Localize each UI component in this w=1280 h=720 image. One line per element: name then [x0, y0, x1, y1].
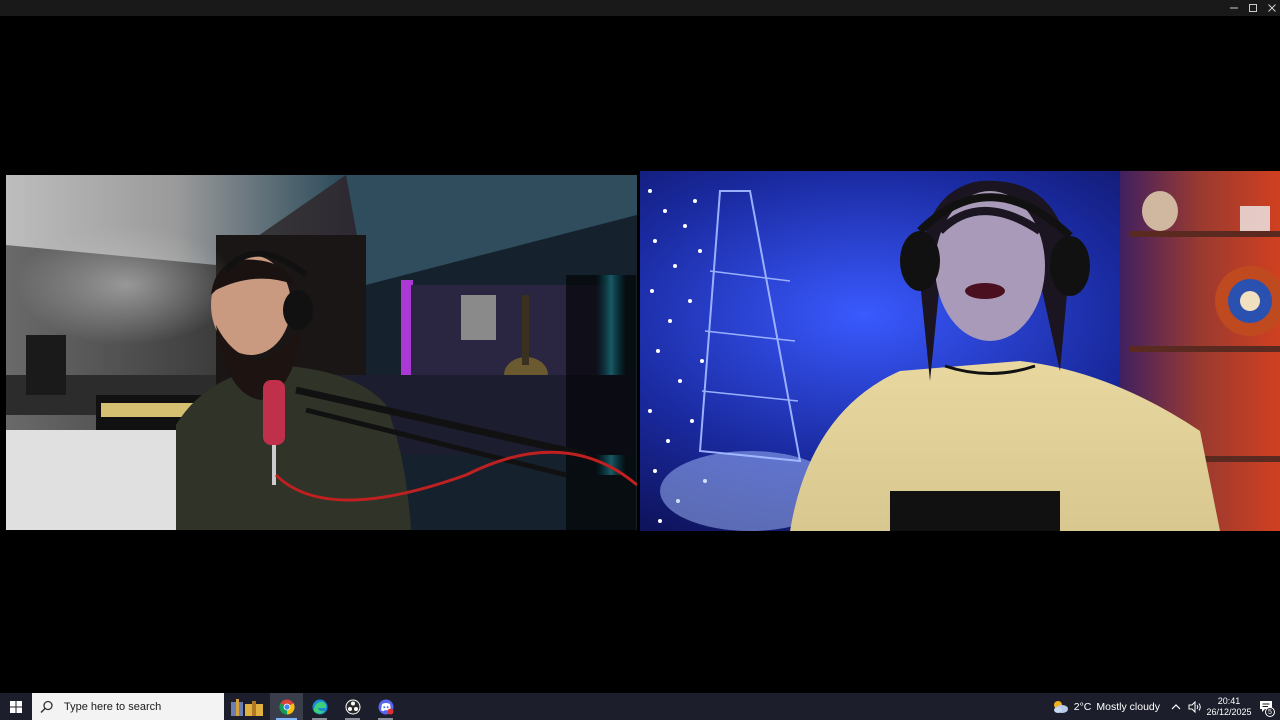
- taskbar-edge[interactable]: [303, 693, 336, 720]
- system-tray: 2°C Mostly cloudy 20:41 26/12/2025 5: [1047, 693, 1280, 720]
- speaker-icon: [1188, 700, 1201, 713]
- taskbar: Type here to search 2°C Mostly cloudy 20…: [0, 693, 1280, 720]
- video-tile-right[interactable]: [640, 171, 1280, 531]
- search-placeholder: Type here to search: [64, 700, 162, 713]
- volume-button[interactable]: [1184, 693, 1206, 720]
- taskbar-obs[interactable]: [336, 693, 369, 720]
- taskbar-chrome[interactable]: [270, 693, 303, 720]
- taskbar-discord[interactable]: [369, 693, 402, 720]
- discord-icon: [378, 699, 393, 714]
- taskbar-search-box[interactable]: Type here to search: [32, 693, 224, 720]
- notification-center-button[interactable]: 5: [1252, 693, 1280, 720]
- notification-count-badge: 5: [1265, 707, 1275, 717]
- taskbar-widgets[interactable]: [224, 693, 270, 720]
- window-title-bar: [0, 0, 1280, 16]
- weather-widget[interactable]: 2°C Mostly cloudy: [1047, 693, 1168, 720]
- minimize-icon[interactable]: [1225, 0, 1243, 16]
- start-button[interactable]: [0, 693, 32, 720]
- windows-logo-icon: [10, 700, 22, 713]
- search-icon: [40, 700, 53, 713]
- maximize-icon[interactable]: [1244, 0, 1262, 16]
- weather-condition: Mostly cloudy: [1096, 700, 1160, 713]
- video-feed-left: [6, 175, 637, 530]
- weather-temperature: 2°C: [1073, 700, 1092, 713]
- close-icon[interactable]: [1263, 0, 1280, 16]
- taskbar-clock[interactable]: 20:41 26/12/2025: [1206, 693, 1252, 720]
- obs-icon: [345, 699, 360, 714]
- cloudy-weather-icon: [1053, 700, 1068, 713]
- chevron-up-icon: [1171, 703, 1181, 709]
- show-hidden-icons-button[interactable]: [1168, 693, 1184, 720]
- video-tile-left[interactable]: [6, 175, 637, 530]
- clock-date: 26/12/2025: [1206, 706, 1252, 717]
- widgets-gift-icon: [231, 698, 263, 716]
- video-feed-right: [640, 171, 1280, 531]
- edge-icon: [312, 699, 327, 714]
- chrome-icon: [278, 699, 295, 715]
- clock-time: 20:41: [1217, 695, 1241, 706]
